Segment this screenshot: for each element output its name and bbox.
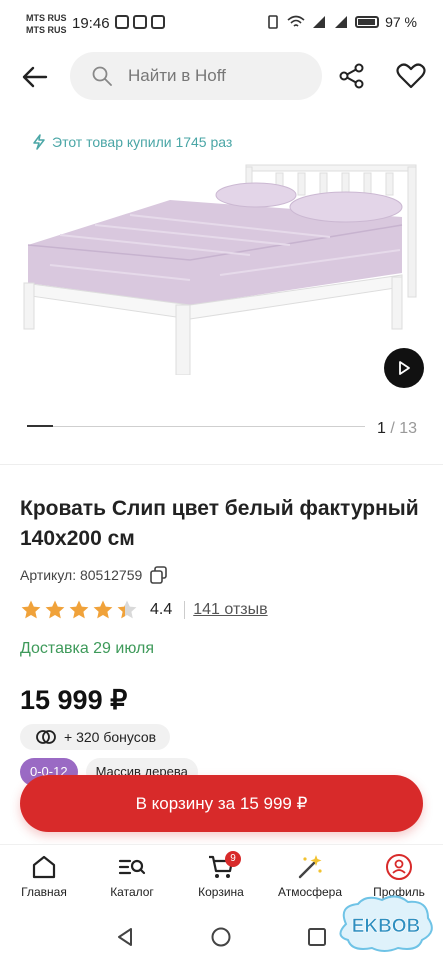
vibrate-icon (268, 15, 278, 29)
nav-item-catalog[interactable]: Каталог (88, 853, 176, 899)
star-icon (117, 600, 137, 619)
section-divider (0, 464, 443, 465)
search-placeholder: Найти в Hoff (128, 66, 226, 85)
delivery-date: Доставка 29 июля (20, 640, 154, 657)
reviews-link[interactable]: 141 отзыв (184, 601, 268, 619)
carrier-2: MTS RUS (26, 25, 67, 35)
atmosphere-icon (298, 855, 322, 879)
product-price: 15 999 ₽ (20, 685, 128, 715)
star-icon (21, 600, 41, 619)
product-image-bed (23, 164, 417, 375)
system-back-icon[interactable] (114, 926, 136, 948)
nfc-icon (115, 15, 129, 29)
signal-2-icon (335, 16, 348, 28)
bought-text: Этот товар купили 1745 раз (52, 134, 233, 150)
battery-level: 97 % (385, 14, 417, 30)
system-recents-icon[interactable] (306, 926, 328, 948)
carrier-1: MTS RUS (26, 13, 67, 23)
clock: 19:46 (72, 15, 110, 32)
nav-label-catalog: Каталог (110, 885, 154, 899)
heart-icon[interactable] (396, 62, 426, 90)
copy-icon[interactable] (150, 566, 168, 584)
bonus-icon (36, 730, 56, 744)
bought-counter: Этот товар купили 1745 раз (32, 134, 232, 150)
rating-stars (20, 599, 138, 621)
nav-label-home: Главная (21, 885, 67, 899)
watermark-text: EKBOB (352, 916, 421, 937)
nav-item-home[interactable]: Главная (0, 853, 88, 899)
app-header: Найти в Hoff (0, 50, 443, 104)
bonus-text: + 320 бонусов (64, 729, 157, 745)
home-icon (32, 855, 56, 879)
gallery-progress (27, 425, 365, 427)
watermark-logo: EKBOB (339, 895, 433, 952)
star-icon (69, 600, 89, 619)
system-home-icon[interactable] (210, 926, 232, 948)
system-icons: 97 % (265, 14, 417, 30)
lightning-icon (33, 134, 45, 150)
star-icon (45, 600, 65, 619)
rating-row: 4.4 141 отзыв (20, 598, 268, 622)
status-bar: MTS RUS MTS RUS 19:46 97 % (0, 0, 443, 50)
product-title: Кровать Слип цвет белый фактурный 140х20… (20, 497, 419, 550)
signal-icon (313, 16, 326, 28)
wifi-icon (287, 15, 305, 27)
notification-icons (115, 15, 165, 29)
search-icon (92, 66, 112, 86)
pager-total: 13 (399, 420, 418, 437)
play-icon (399, 361, 410, 375)
product-gallery[interactable]: Этот товар купили 1745 раз 1 / 13 (0, 110, 443, 450)
pager-separator: / (390, 420, 395, 437)
nav-label-cart: Корзина (198, 885, 244, 899)
chat-notification-icon (151, 15, 165, 29)
add-to-cart-button[interactable]: В корзину за 15 999 ₽ (20, 775, 423, 832)
app-notification-icon (133, 15, 147, 29)
gallery-progress-fill (27, 425, 54, 427)
battery-icon (355, 16, 380, 28)
bonus-badge[interactable]: + 320 бонусов (20, 724, 171, 750)
catalog-icon (118, 859, 146, 875)
rating-value: 4.4 (150, 601, 173, 618)
nav-item-cart[interactable]: 9 Корзина (177, 851, 265, 899)
gallery-pager: 1 / 13 (377, 420, 417, 438)
share-icon[interactable] (338, 62, 366, 90)
cart-badge: 9 (225, 851, 241, 867)
article-number: Артикул: 80512759 (20, 567, 143, 583)
play-video-button[interactable] (384, 348, 424, 388)
pager-current: 1 (377, 420, 386, 437)
star-icon (93, 600, 113, 619)
carrier-info: MTS RUS MTS RUS (26, 12, 67, 36)
profile-icon (386, 854, 412, 880)
article-row: Артикул: 80512759 (20, 566, 168, 584)
back-arrow-icon[interactable] (20, 62, 50, 92)
search-input[interactable]: Найти в Hoff (70, 52, 322, 100)
